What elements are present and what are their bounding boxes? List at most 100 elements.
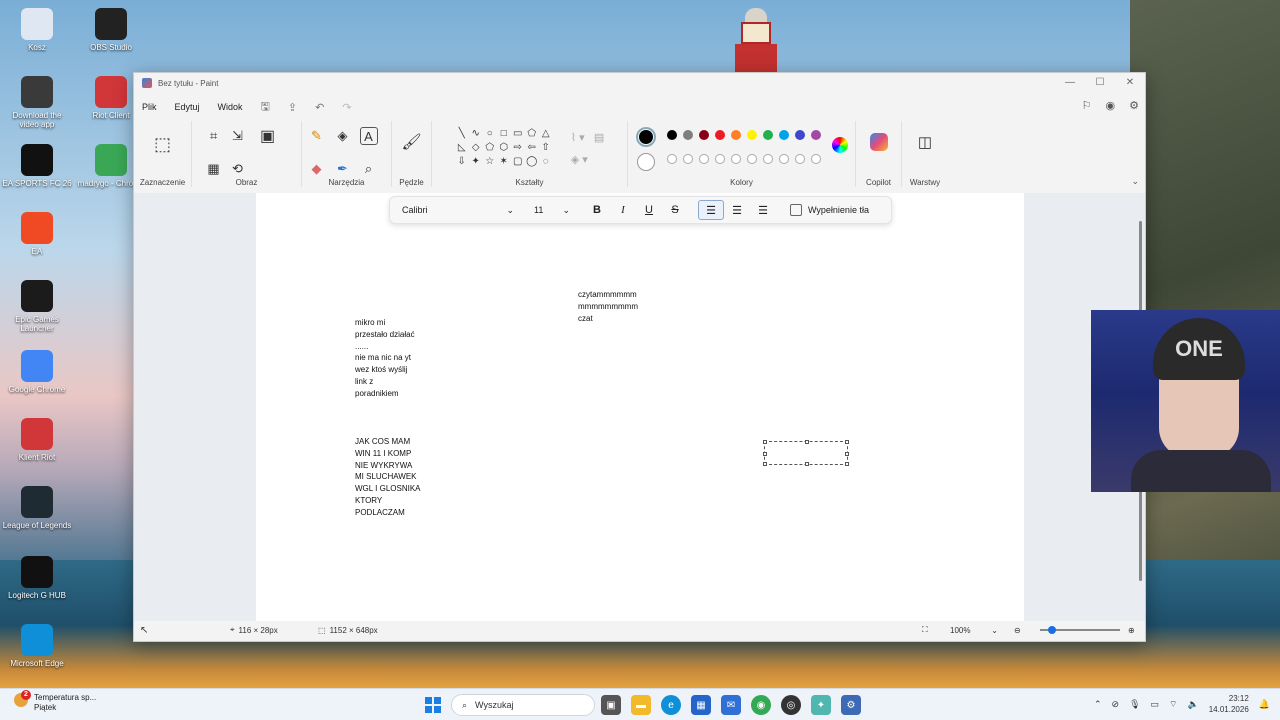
settings-taskbar-icon[interactable]: ⚙ <box>841 695 861 715</box>
crop-icon[interactable]: ⌗ <box>205 127 223 145</box>
pencil-icon[interactable]: ✎ <box>308 127 326 145</box>
maximize-button[interactable]: ☐ <box>1085 73 1115 91</box>
color-swatch[interactable] <box>762 130 773 140</box>
microphone-icon[interactable]: 🎙 <box>1129 699 1140 710</box>
menu-edit[interactable]: Edytuj <box>175 102 200 112</box>
zoom-in-icon[interactable]: ⊕ <box>1128 626 1135 635</box>
minimize-button[interactable]: — <box>1055 73 1085 91</box>
color-swatch[interactable] <box>746 154 757 164</box>
account-icon[interactable]: ◉ <box>1106 99 1116 112</box>
wifi-icon[interactable]: ⌔ <box>1169 699 1177 710</box>
desktop-icon[interactable]: Microsoft Edge <box>2 624 72 668</box>
zoom-out-icon[interactable]: ⊖ <box>1014 626 1021 635</box>
text-tool-icon[interactable]: A <box>359 127 378 145</box>
color-swatch[interactable] <box>810 154 821 164</box>
drawing-canvas[interactable]: czytammmmmm mmmmmmmmm czat mikro mi prze… <box>256 193 1024 621</box>
desktop-icon[interactable]: Logitech G HUB <box>2 556 72 600</box>
clock[interactable]: 23:12 14.01.2026 <box>1209 693 1249 715</box>
color-swatch[interactable] <box>682 154 693 164</box>
network-off-icon[interactable]: ⊘ <box>1112 699 1120 710</box>
color-picker-icon[interactable]: ✒ <box>334 160 352 178</box>
edit-colors-icon[interactable] <box>831 137 848 153</box>
image-remove-background-icon[interactable]: ▣ <box>259 127 277 145</box>
obs-taskbar-icon[interactable]: ◎ <box>781 695 801 715</box>
color-swatch[interactable] <box>714 154 725 164</box>
desktop-icon[interactable]: League of Legends <box>2 486 72 530</box>
display-icon[interactable]: ▭ <box>1151 699 1160 710</box>
color-swatch[interactable] <box>778 154 789 164</box>
eraser-icon[interactable]: ◆ <box>308 160 326 178</box>
color-swatch[interactable] <box>666 130 677 140</box>
color-swatch[interactable] <box>714 130 725 140</box>
resize-icon[interactable]: ⇲ <box>229 127 247 145</box>
menu-view[interactable]: Widok <box>218 102 243 112</box>
color-swatch[interactable] <box>698 154 709 164</box>
speaker-icon[interactable]: 🔈 <box>1188 699 1199 710</box>
desktop-icon[interactable]: EA SPORTS FC 26 <box>2 144 72 188</box>
ribbon-collapse-icon[interactable]: ⌄ <box>1131 176 1139 187</box>
fill-bucket-icon[interactable]: ◈ <box>334 127 352 145</box>
feedback-icon[interactable]: ⚐ <box>1082 99 1092 112</box>
desktop-icon[interactable]: Kosz <box>2 8 72 52</box>
rectangle-select-icon[interactable]: ⬚ <box>154 134 172 154</box>
image-effects-icon[interactable]: ▦ <box>205 160 223 178</box>
underline-button[interactable]: U <box>636 204 662 216</box>
font-size-dropdown[interactable]: 11 ⌄ <box>534 205 570 216</box>
redo-icon[interactable]: ↷ <box>342 101 351 114</box>
brush-icon[interactable]: 🖌 <box>401 133 421 151</box>
notifications-icon[interactable]: 🔔 <box>1259 699 1270 710</box>
close-button[interactable]: ✕ <box>1115 73 1145 91</box>
color-swatch[interactable] <box>698 130 709 140</box>
chrome-taskbar-icon[interactable]: ◉ <box>751 695 771 715</box>
fill-background-checkbox[interactable]: Wypełnienie tła <box>790 204 869 216</box>
color-swatch[interactable] <box>794 154 805 164</box>
desktop-icon[interactable]: Google Chrome <box>2 350 72 394</box>
desktop-icon[interactable]: OBS Studio <box>76 8 146 52</box>
align-right-icon[interactable]: ☰ <box>750 200 776 220</box>
share-icon[interactable]: ⇪ <box>288 101 297 114</box>
store-icon[interactable]: ▦ <box>691 695 711 715</box>
color-swatch[interactable] <box>666 154 677 164</box>
active-text-box[interactable] <box>763 440 849 466</box>
settings-gear-icon[interactable]: ⚙ <box>1129 99 1139 112</box>
undo-icon[interactable]: ↶ <box>315 101 324 114</box>
file-explorer-icon[interactable]: ▬ <box>631 695 651 715</box>
color-swatch[interactable] <box>778 130 789 140</box>
font-family-dropdown[interactable]: Calibri ⌄ <box>402 205 520 216</box>
desktop-icon[interactable]: EA <box>2 212 72 256</box>
zoom-slider[interactable] <box>1040 626 1120 634</box>
taskbar-search[interactable]: ⌕ Wyszukaj <box>451 694 595 716</box>
color-swatch[interactable] <box>682 130 693 140</box>
color-swatch[interactable] <box>794 130 805 140</box>
weather-widget[interactable]: 2 Temperatura sp... Piątek <box>14 690 96 713</box>
zoom-dropdown[interactable]: 100% ⌄ <box>950 626 998 635</box>
outlook-icon[interactable]: ✉ <box>721 695 741 715</box>
desktop-icon[interactable]: Klient Riot <box>2 418 72 462</box>
menu-file[interactable]: Plik <box>142 102 157 112</box>
align-center-icon[interactable]: ☰ <box>724 200 750 220</box>
start-button[interactable] <box>425 697 441 713</box>
fit-to-window-icon[interactable]: ⛶ <box>922 625 928 635</box>
show-hidden-icons-icon[interactable]: ⌃ <box>1094 699 1102 710</box>
save-icon[interactable]: 🖫 <box>261 98 270 117</box>
align-left-icon[interactable]: ☰ <box>698 200 724 220</box>
color-swatch[interactable] <box>730 130 741 140</box>
magnifier-icon[interactable]: ⌕ <box>360 160 378 178</box>
secondary-color-swatch[interactable] <box>636 153 655 171</box>
copilot-icon[interactable] <box>869 133 888 151</box>
outline-icon[interactable]: ⌇ ▾ ▤ <box>571 127 605 149</box>
color-swatch[interactable] <box>730 154 741 164</box>
primary-color-swatch[interactable] <box>635 127 656 147</box>
color-swatch[interactable] <box>810 130 821 140</box>
italic-button[interactable]: I <box>610 204 636 216</box>
fill-icon[interactable]: ◈ ▾ <box>571 149 605 171</box>
app-taskbar-icon[interactable]: ✦ <box>811 695 831 715</box>
strikethrough-button[interactable]: S <box>662 204 688 216</box>
layers-icon[interactable]: ◫ <box>916 133 934 151</box>
task-view-icon[interactable]: ▣ <box>601 695 621 715</box>
rotate-icon[interactable]: ⟲ <box>229 160 247 178</box>
desktop-icon[interactable]: Download the video app <box>2 76 72 129</box>
desktop-icon[interactable]: Epic Games Launcher <box>2 280 72 333</box>
color-swatch[interactable] <box>762 154 773 164</box>
bold-button[interactable]: B <box>584 204 610 216</box>
